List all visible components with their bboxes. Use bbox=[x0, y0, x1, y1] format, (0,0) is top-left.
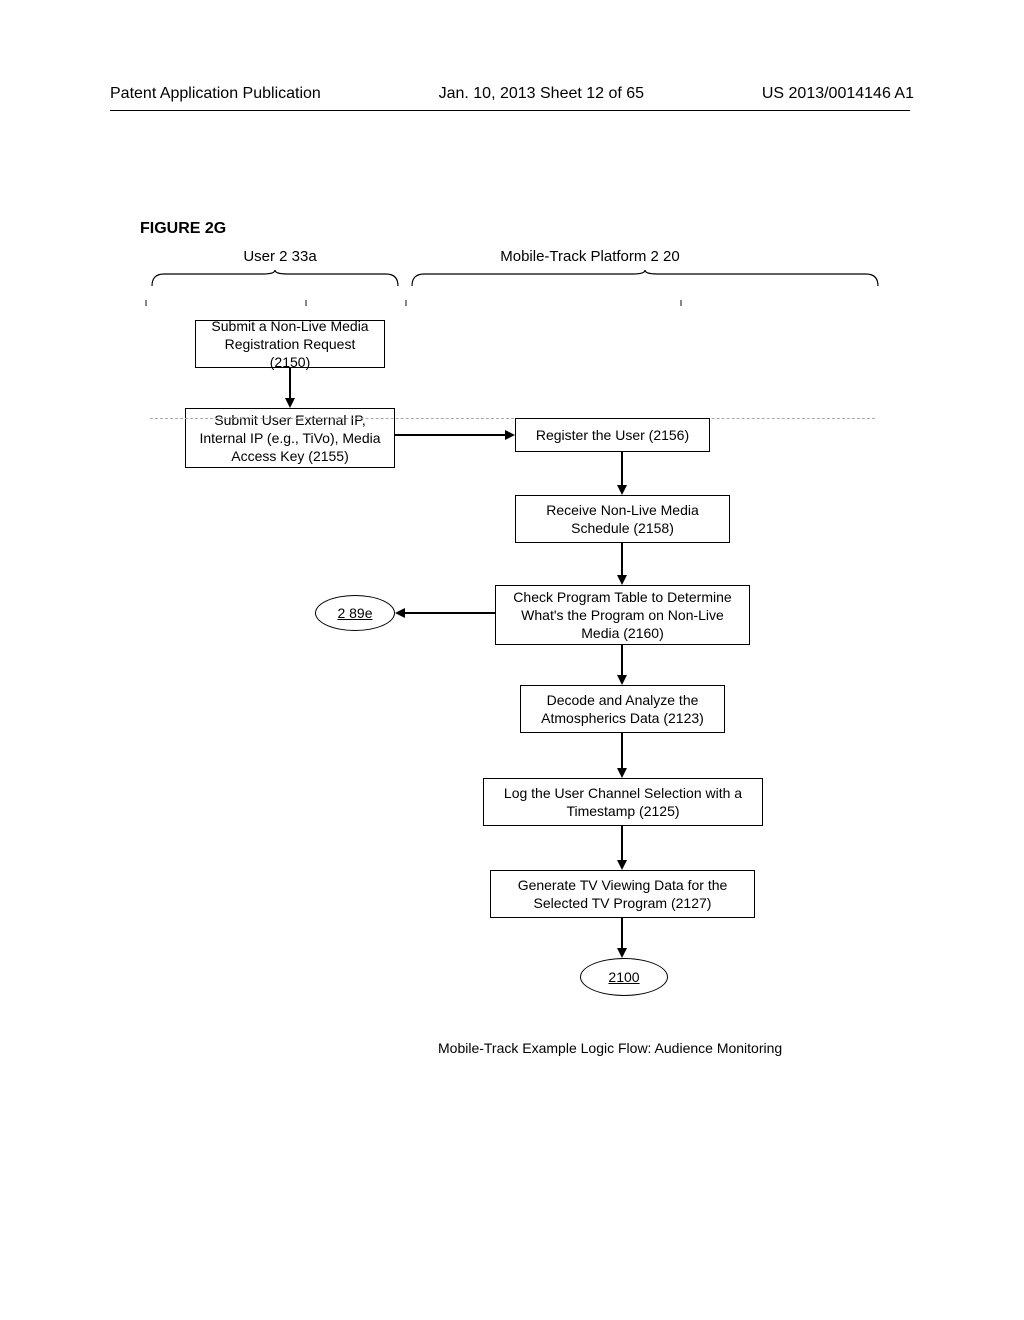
connector-2100: 2100 bbox=[580, 958, 668, 996]
connector-289e: 2 89e bbox=[315, 595, 395, 631]
brace-platform bbox=[410, 270, 880, 288]
box-submit-nonlive-request: Submit a Non-Live Media Registration Req… bbox=[195, 320, 385, 368]
arrowhead-down-icon bbox=[617, 675, 627, 685]
arrow-2160-2123 bbox=[621, 645, 623, 675]
arrow-2123-2125 bbox=[621, 733, 623, 768]
header-right: US 2013/0014146 A1 bbox=[762, 85, 914, 103]
guide-dashed-line bbox=[150, 418, 875, 419]
box-submit-user-ip: Submit User External IP, Internal IP (e.… bbox=[185, 408, 395, 468]
header-center: Jan. 10, 2013 Sheet 12 of 65 bbox=[439, 85, 645, 103]
brace-user bbox=[150, 270, 400, 288]
arrowhead-down-icon bbox=[617, 485, 627, 495]
arrow-2156-2158 bbox=[621, 452, 623, 485]
box-check-program-table: Check Program Table to Determine What's … bbox=[495, 585, 750, 645]
tick bbox=[680, 300, 682, 306]
box-log-channel-selection: Log the User Channel Selection with a Ti… bbox=[483, 778, 763, 826]
arrowhead-left-icon bbox=[395, 608, 405, 618]
box-generate-tv-data: Generate TV Viewing Data for the Selecte… bbox=[490, 870, 755, 918]
box-decode-atmospherics: Decode and Analyze the Atmospherics Data… bbox=[520, 685, 725, 733]
figure-label: FIGURE 2G bbox=[140, 220, 226, 238]
column-label-platform: Mobile-Track Platform 2 20 bbox=[460, 248, 720, 265]
box-register-user: Register the User (2156) bbox=[515, 418, 710, 452]
figure-caption: Mobile-Track Example Logic Flow: Audienc… bbox=[438, 1040, 782, 1056]
page-header: Patent Application Publication Jan. 10, … bbox=[0, 85, 1024, 103]
arrow-2155-2156 bbox=[395, 434, 505, 436]
header-left: Patent Application Publication bbox=[110, 85, 321, 103]
arrowhead-right-icon bbox=[505, 430, 515, 440]
arrow-2125-2127 bbox=[621, 826, 623, 860]
arrowhead-down-icon bbox=[617, 575, 627, 585]
arrowhead-down-icon bbox=[285, 398, 295, 408]
header-rule bbox=[110, 110, 910, 111]
arrowhead-down-icon bbox=[617, 860, 627, 870]
box-receive-schedule: Receive Non-Live Media Schedule (2158) bbox=[515, 495, 730, 543]
arrowhead-down-icon bbox=[617, 768, 627, 778]
arrow-2160-289e bbox=[405, 612, 495, 614]
arrow-2150-2155 bbox=[289, 368, 291, 398]
tick bbox=[405, 300, 407, 306]
arrowhead-down-icon bbox=[617, 948, 627, 958]
tick bbox=[145, 300, 147, 306]
tick bbox=[305, 300, 307, 306]
arrow-2158-2160 bbox=[621, 543, 623, 575]
arrow-2127-2100 bbox=[621, 918, 623, 948]
column-label-user: User 2 33a bbox=[180, 248, 380, 265]
